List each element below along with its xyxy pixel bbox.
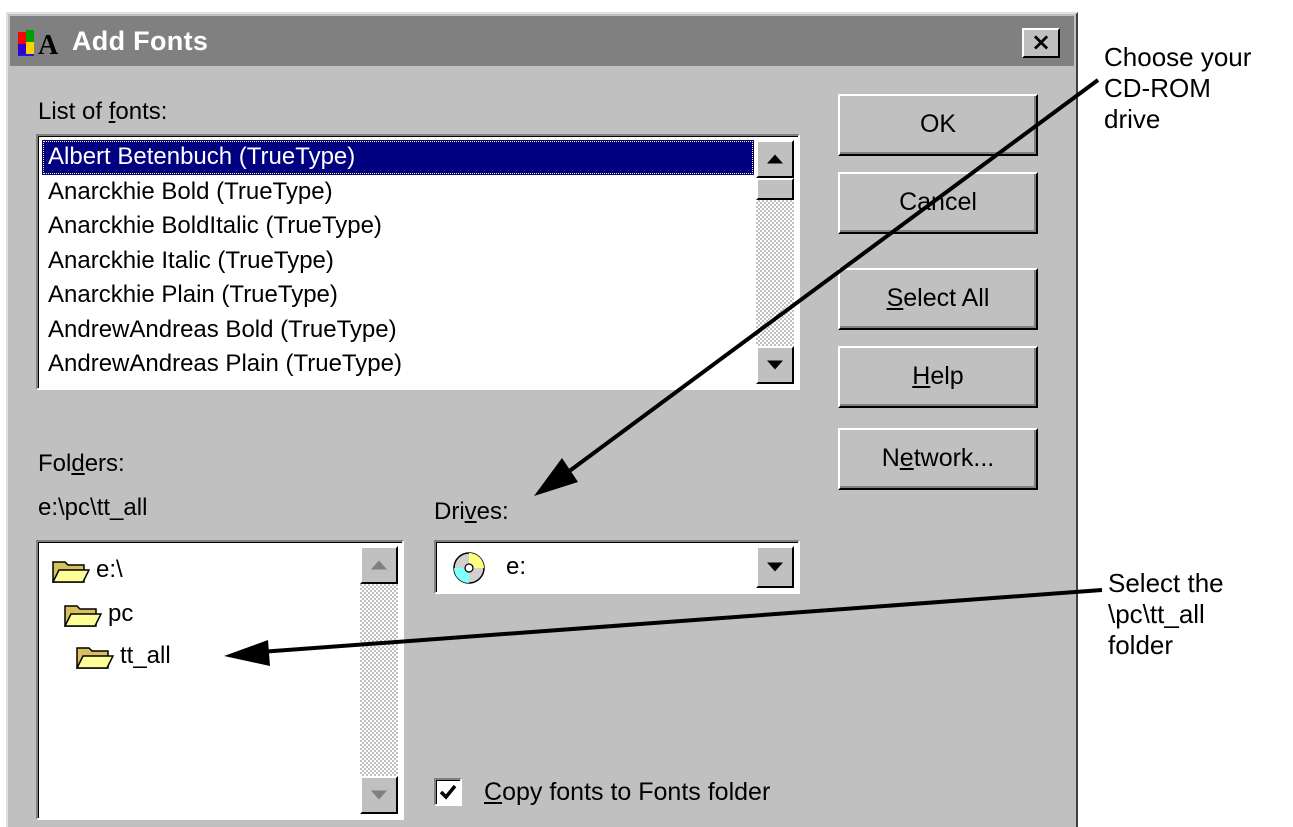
drives-label: Drives: xyxy=(434,498,509,525)
arrow-down-icon xyxy=(767,360,783,370)
scroll-down-button[interactable] xyxy=(756,346,794,384)
scroll-down-button[interactable] xyxy=(360,776,398,814)
window-title: Add Fonts xyxy=(72,26,209,56)
open-folder-icon xyxy=(75,646,115,669)
cancel-button[interactable]: Cancel xyxy=(838,172,1038,234)
font-item[interactable]: Anarckhie Plain (TrueType) xyxy=(42,278,754,313)
drive-value: e: xyxy=(506,553,527,580)
drives-dropdown-button[interactable] xyxy=(756,546,794,588)
folder-list[interactable]: e:\ pc tt_all xyxy=(36,540,404,820)
font-item[interactable]: Anarckhie Italic (TrueType) xyxy=(42,244,754,279)
scroll-up-button[interactable] xyxy=(360,546,398,584)
open-folder-icon xyxy=(51,560,91,583)
ok-button[interactable]: OK xyxy=(838,94,1038,156)
font-list[interactable]: Albert Betenbuch (TrueType) Anarckhie Bo… xyxy=(36,134,800,390)
open-folder-icon xyxy=(63,604,103,627)
checkmark-icon xyxy=(439,784,457,800)
svg-text:A: A xyxy=(38,30,59,60)
folder-item-tt-all[interactable]: tt_all xyxy=(75,638,171,674)
windows-fonts-icon: A xyxy=(18,30,59,60)
cd-drive-icon xyxy=(453,552,485,584)
annotation-choose-drive: Choose your CD-ROM drive xyxy=(1104,42,1252,134)
select-all-button[interactable]: Select All xyxy=(838,268,1038,330)
font-item-selected[interactable]: Albert Betenbuch (TrueType) xyxy=(42,140,754,175)
font-list-scrollbar[interactable] xyxy=(756,140,794,384)
font-list-items: Albert Betenbuch (TrueType) Anarckhie Bo… xyxy=(42,140,754,382)
arrow-down-icon xyxy=(371,790,387,800)
font-list-label: List of fonts: xyxy=(38,98,168,125)
arrow-up-icon xyxy=(371,560,387,570)
scroll-thumb[interactable] xyxy=(756,178,794,200)
font-item[interactable]: Anarckhie Bold (TrueType) xyxy=(42,175,754,210)
current-folder-path: e:\pc\tt_all xyxy=(38,494,148,521)
scroll-up-button[interactable] xyxy=(756,140,794,178)
drives-select[interactable]: e: xyxy=(434,540,800,594)
chevron-down-icon xyxy=(767,562,783,572)
copy-fonts-label[interactable]: Copy fonts to Fonts folder xyxy=(484,778,770,807)
close-icon: × xyxy=(1030,28,1052,56)
font-item[interactable]: AndrewAndreas Plain (TrueType) xyxy=(42,347,754,382)
folder-list-scrollbar[interactable] xyxy=(360,546,398,814)
title-bar[interactable]: A Add Fonts × xyxy=(10,16,1074,66)
network-button[interactable]: Network... xyxy=(838,428,1038,490)
help-button[interactable]: Help xyxy=(838,346,1038,408)
annotation-select-folder: Select the \pc\tt_all folder xyxy=(1108,568,1224,660)
folder-item-root[interactable]: e:\ xyxy=(51,552,123,588)
font-item[interactable]: AndrewAndreas Bold (TrueType) xyxy=(42,313,754,348)
font-item[interactable]: Anarckhie BoldItalic (TrueType) xyxy=(42,209,754,244)
arrow-up-icon xyxy=(767,154,783,164)
folders-label: Folders: xyxy=(38,450,125,477)
folder-item-pc[interactable]: pc xyxy=(63,596,133,632)
close-button[interactable]: × xyxy=(1022,28,1060,58)
copy-fonts-checkbox[interactable] xyxy=(434,778,462,806)
